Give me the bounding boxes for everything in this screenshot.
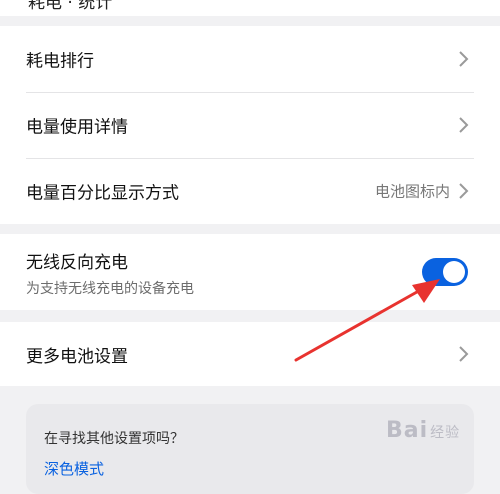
power-ranking-row[interactable]: 耗电排行	[0, 26, 500, 92]
usage-details-label: 电量使用详情	[26, 117, 128, 138]
chevron-right-icon	[456, 116, 470, 134]
chevron-right-icon	[456, 182, 470, 200]
top-card-fragment: 耗电 · 统计	[0, 0, 500, 16]
percentage-display-label: 电量百分比显示方式	[26, 183, 179, 204]
suggestion-question: 在寻找其他设置项吗？	[44, 431, 184, 447]
more-battery-settings-label: 更多电池设置	[26, 347, 128, 367]
usage-details-row[interactable]: 电量使用详情	[0, 92, 500, 158]
wireless-reverse-charging-title: 无线反向充电	[26, 253, 128, 273]
chevron-right-icon	[456, 50, 470, 68]
percentage-display-value: 电池图标内	[374, 182, 450, 201]
watermark-logo: Bai 经验	[386, 418, 461, 443]
power-ranking-label: 耗电排行	[26, 51, 94, 72]
percentage-display-row[interactable]: 电量百分比显示方式 电池图标内	[0, 158, 500, 224]
toggle-knob	[443, 261, 465, 283]
chevron-right-icon	[456, 345, 470, 363]
wireless-reverse-charging-toggle[interactable]	[422, 258, 468, 286]
battery-options-card: 耗电排行 电量使用详情 电量百分比显示方式 电池图标内	[0, 26, 500, 224]
wireless-reverse-charging-subtitle: 为支持无线充电的设备充电	[26, 281, 194, 297]
clipped-heading: 耗电 · 统计	[28, 0, 113, 13]
more-battery-settings-row[interactable]: 更多电池设置	[0, 322, 500, 386]
